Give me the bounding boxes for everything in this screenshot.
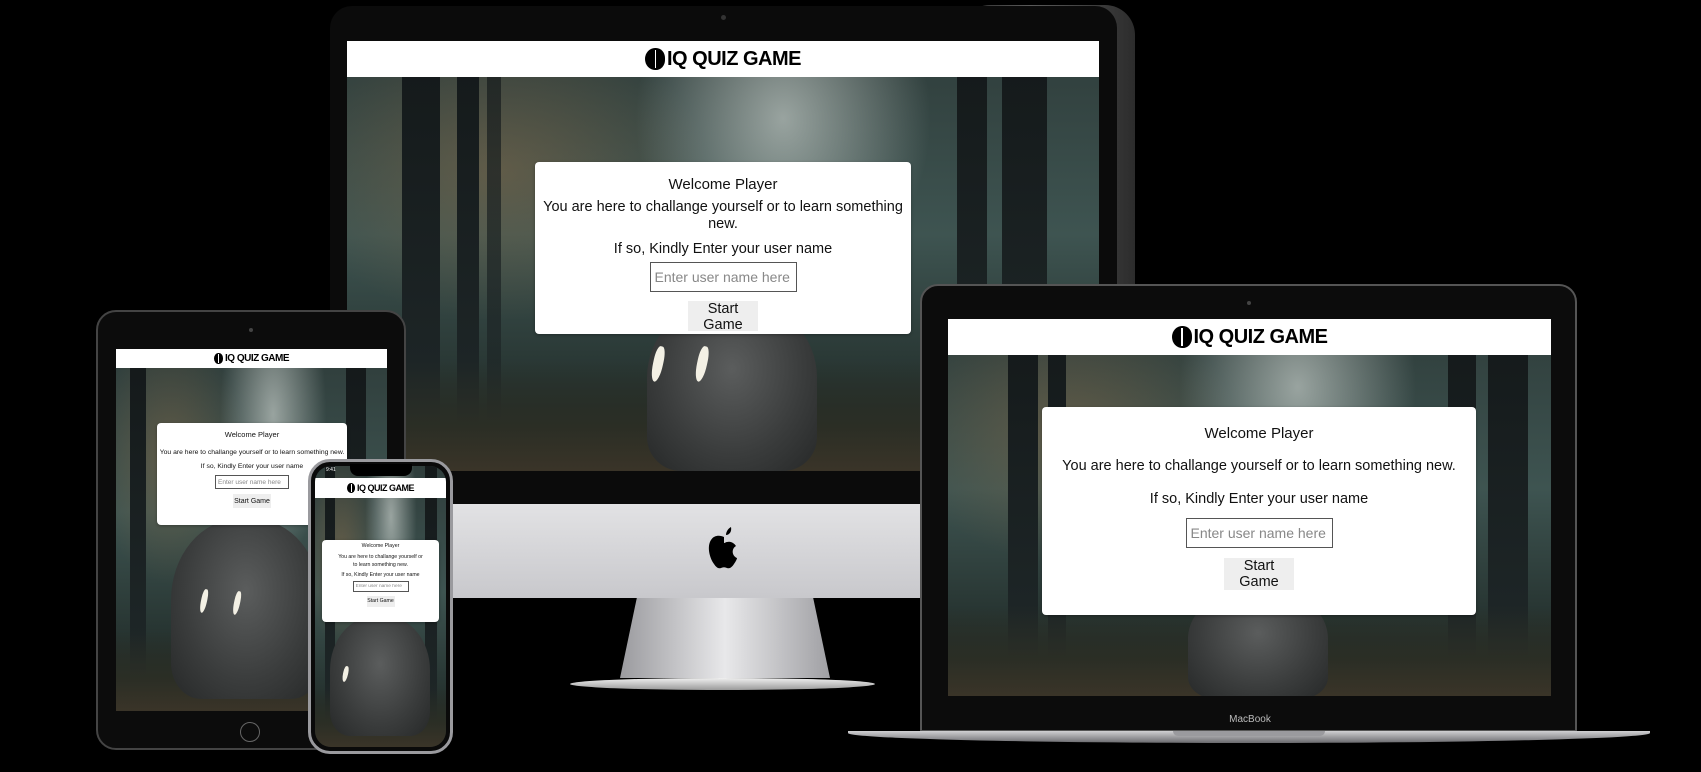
welcome-card: Welcome Player You are here to challange… [322,540,439,622]
status-time: 9:41 [326,467,336,473]
logo-text: IQ QUIZ GAME [357,483,415,493]
iphone-screen: IQ QUIZ GAME Welcome Player You are here… [315,466,446,747]
username-input[interactable] [352,580,409,592]
brain-icon [347,483,355,493]
site-header: IQ QUIZ GAME [315,478,446,498]
iphone-notch [350,464,412,476]
welcome-title: Welcome Player [361,543,400,549]
start-game-button[interactable]: Start Game [366,595,395,607]
iphone-device: 9:41 IQ QUIZ GAME Welcome Player You are… [0,0,1701,772]
welcome-instruction: If so, Kindly Enter your user name [341,571,420,578]
welcome-text: You are here to challange yourself or to… [338,553,423,569]
